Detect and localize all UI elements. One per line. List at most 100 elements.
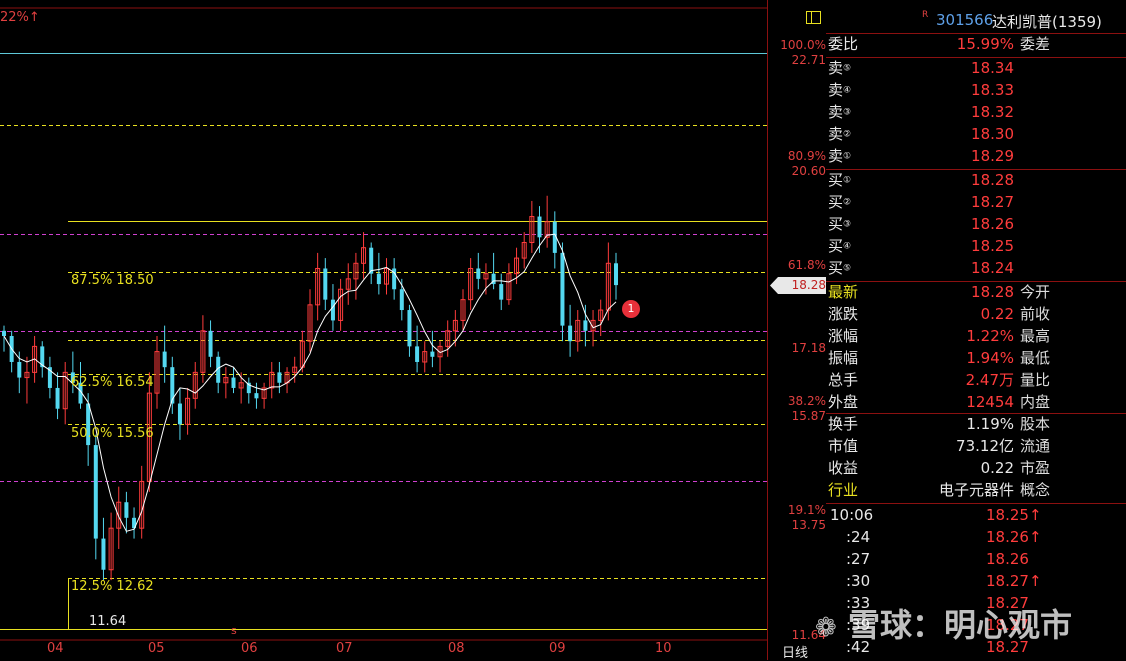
candle-body — [560, 252, 565, 326]
sell-level-2[interactable]: 卖② 18.30 — [826, 123, 1126, 145]
quote-row[interactable]: 总手 2.47万 量比 — [826, 369, 1126, 391]
candle-body — [17, 361, 22, 378]
level-number: ③ — [843, 107, 852, 118]
sell-level-4[interactable]: 卖④ 18.33 — [826, 79, 1126, 101]
level-number: ④ — [843, 241, 852, 252]
xueqiu-watermark: ❁ 雪球：明心观市 — [815, 600, 1072, 646]
candle-body — [430, 351, 435, 357]
tick-row[interactable]: :30 18.27↑ — [826, 570, 1126, 592]
quote-label2: 前收 — [1020, 305, 1051, 323]
quote-label: 涨跌 — [828, 305, 859, 323]
quote-label2: 最低 — [1020, 349, 1051, 367]
info-label: 换手 — [828, 415, 859, 433]
candle-body — [55, 387, 60, 409]
quote-row[interactable]: 涨幅 1.22% 最高 — [826, 325, 1126, 347]
quote-row[interactable]: 最新 18.28 今开 — [826, 281, 1126, 303]
tick-price: 18.26↑ — [986, 528, 1042, 546]
weibi-label: 委比 — [828, 35, 859, 53]
kline-chart-area[interactable]: 22%↑ 87.5% 18.50 62.5% 16.54 50.0% 15.56… — [0, 0, 768, 660]
axis-pct-382: 38.2% — [787, 394, 826, 408]
quote-row[interactable]: 振幅 1.94% 最低 — [826, 347, 1126, 369]
sell-price: 18.32 — [971, 103, 1014, 121]
weicha-label: 委差 — [1020, 35, 1051, 53]
candle-body — [614, 263, 618, 286]
level-number: ⑤ — [843, 263, 852, 274]
candle-body — [568, 325, 573, 342]
sell-price: 18.34 — [971, 59, 1014, 77]
candle-body — [323, 268, 328, 300]
quote-value: 12454 — [966, 393, 1014, 411]
info-label2: 市盈 — [1020, 459, 1051, 477]
candle-body — [2, 330, 6, 337]
weibi-row: 委比 15.99% 委差 — [826, 33, 1126, 55]
info-row[interactable]: 收益 0.22 市盈 — [826, 457, 1126, 479]
info-row[interactable]: 行业 电子元器件 概念 — [826, 479, 1126, 501]
tick-price: 18.26 — [986, 550, 1029, 568]
buy-label: 买 — [828, 171, 844, 189]
kline-chart-svg[interactable] — [0, 0, 768, 660]
info-row[interactable]: 市值 73.12亿 流通 — [826, 435, 1126, 457]
event-marker-badge[interactable]: 1 — [622, 300, 640, 318]
x-label-07: 07 — [336, 641, 353, 656]
price-axis: 100.0% 22.71 80.9% 20.60 61.8% 18.28 17.… — [768, 0, 826, 661]
buy-price: 18.27 — [971, 193, 1014, 211]
buy-level-5[interactable]: 买⑤ 18.24 — [826, 257, 1126, 279]
buy-level-1[interactable]: 买① 18.28 — [826, 169, 1126, 191]
info-value: 0.22 — [980, 459, 1014, 477]
level-number: ① — [843, 175, 852, 186]
sell-label: 卖 — [828, 59, 844, 77]
candle-body — [277, 372, 282, 383]
axis-price-2060: 20.60 — [791, 164, 826, 178]
candle-body — [177, 403, 182, 425]
candle-body — [499, 284, 504, 300]
info-value: 73.12亿 — [956, 437, 1014, 455]
quote-row[interactable]: 涨跌 0.22 前收 — [826, 303, 1126, 325]
buy-level-4[interactable]: 买④ 18.25 — [826, 235, 1126, 257]
tick-row[interactable]: 10:06 18.25↑ — [826, 504, 1126, 526]
quote-value: 0.22 — [980, 305, 1014, 323]
sell-level-1[interactable]: 卖① 18.29 — [826, 145, 1126, 167]
period-label[interactable]: 日线 — [782, 642, 808, 661]
sell-price: 18.30 — [971, 125, 1014, 143]
axis-price-1375: 13.75 — [791, 518, 826, 532]
candle-body — [124, 502, 129, 518]
info-label2: 股本 — [1020, 415, 1051, 433]
current-price-tag: 18.28 — [770, 277, 826, 294]
buy-label: 买 — [828, 259, 844, 277]
candle-body — [376, 273, 381, 285]
sell-level-3[interactable]: 卖③ 18.32 — [826, 101, 1126, 123]
x-label-06: 06 — [241, 641, 258, 656]
s-marker: s — [231, 624, 237, 637]
buy-price: 18.25 — [971, 237, 1014, 255]
buy-level-2[interactable]: 买② 18.27 — [826, 191, 1126, 213]
x-label-04: 04 — [47, 641, 64, 656]
panel-toggle-icon[interactable] — [806, 11, 821, 24]
buy-level-3[interactable]: 买③ 18.26 — [826, 213, 1126, 235]
tick-row[interactable]: :24 18.26↑ — [826, 526, 1126, 548]
quote-label2: 今开 — [1020, 283, 1051, 301]
candle-body — [407, 310, 412, 347]
tick-price: 18.27↑ — [986, 572, 1042, 590]
sell-label: 卖 — [828, 147, 844, 165]
sell-label: 卖 — [828, 81, 844, 99]
sell-level-5[interactable]: 卖⑤ 18.34 — [826, 57, 1126, 79]
tick-time: :24 — [846, 528, 871, 546]
info-row[interactable]: 换手 1.19% 股本 — [826, 413, 1126, 435]
fib-label-50: 50.0% 15.56 — [71, 426, 154, 441]
candle-body — [93, 445, 98, 539]
quote-label2: 量比 — [1020, 371, 1051, 389]
info-label2: 概念 — [1020, 481, 1051, 499]
quote-row[interactable]: 外盘 12454 内盘 — [826, 391, 1126, 413]
stock-name: 达利凯普(1359) — [992, 13, 1102, 31]
candle-body — [254, 393, 259, 399]
watermark-text: 雪球：明心观市 — [847, 606, 1072, 644]
quote-label: 涨幅 — [828, 327, 859, 345]
level-number: ④ — [843, 85, 852, 96]
fib-label-87: 87.5% 18.50 — [71, 273, 154, 288]
tick-row[interactable]: :27 18.26 — [826, 548, 1126, 570]
candle-body — [369, 247, 374, 274]
candle-body — [162, 351, 167, 368]
xueqiu-logo-icon: ❁ — [815, 613, 837, 643]
buy-label: 买 — [828, 215, 844, 233]
x-label-10: 10 — [655, 641, 672, 656]
